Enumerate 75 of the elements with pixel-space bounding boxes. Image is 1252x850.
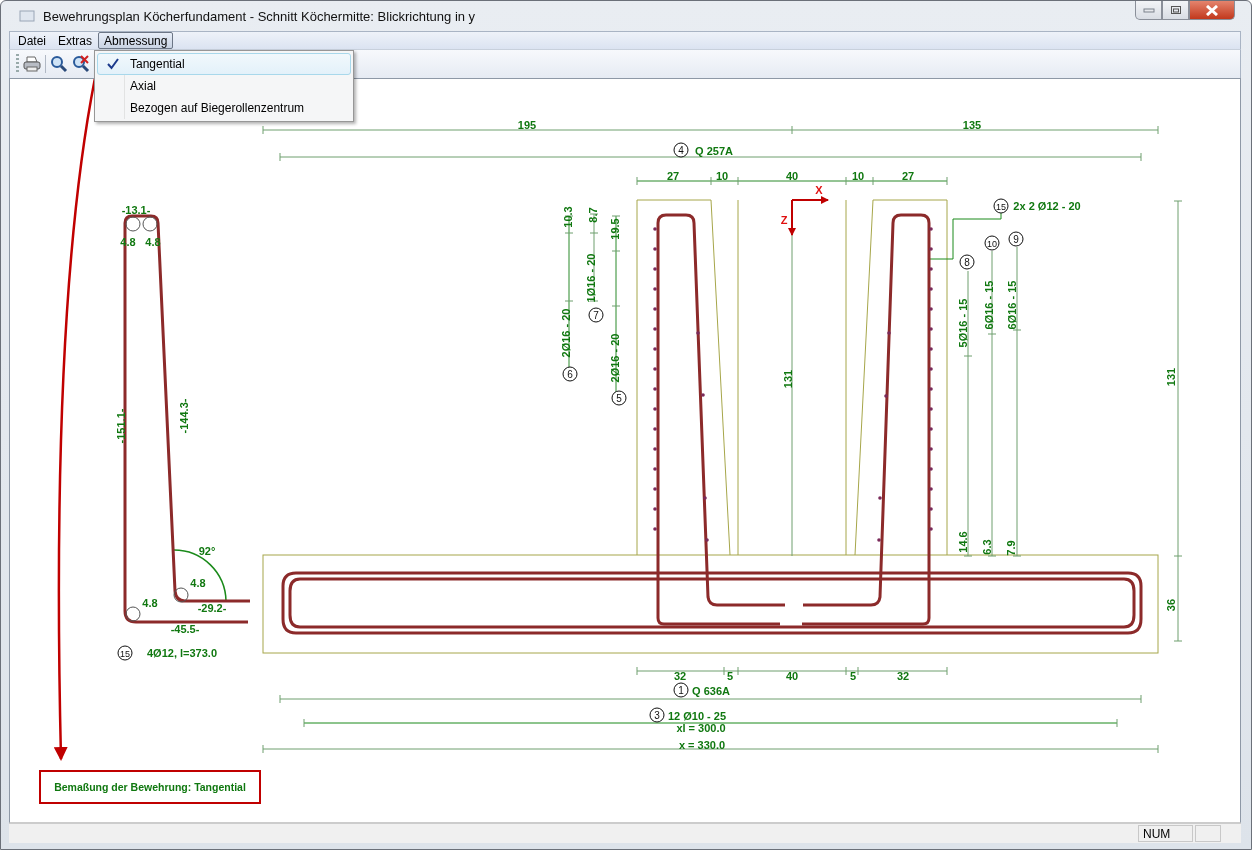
dimension-label: -29.2- (197, 602, 227, 614)
dimension-label: 14.6 (957, 531, 969, 553)
menu-item[interactable]: Extras (52, 32, 99, 49)
window-title: Bewehrungsplan Köcherfundament - Schnitt Köchermitte: Blickrichtung in y (43, 8, 477, 24)
maximize-button[interactable] (1162, 1, 1189, 20)
dimension-label: 8.7 (587, 207, 599, 223)
dimension-label: 135 (962, 119, 982, 131)
dimension-label: Q 257A (695, 145, 733, 157)
position-marker: 8 (959, 254, 975, 270)
dimension-label: xl = 300.0 (676, 722, 726, 734)
dimension-label: 131 (782, 369, 794, 389)
axis-label: Z (780, 214, 788, 226)
position-marker: 3 (649, 707, 665, 723)
dimension-label: 5 (849, 670, 857, 682)
dimension-label: 4.8 (142, 597, 158, 609)
dimension-label: 10 (715, 170, 729, 182)
dimension-label: 32 (896, 670, 910, 682)
position-marker: 15 (117, 645, 133, 661)
dimension-label: 27 (901, 170, 915, 182)
zoom-icon[interactable] (50, 55, 68, 73)
position-marker: 4 (673, 142, 689, 158)
menu-item[interactable]: Abmessung (98, 32, 174, 49)
dimension-label: x = 330.0 (678, 739, 726, 751)
status-indicator: NUM (1138, 825, 1193, 842)
dimension-label: 195 (517, 119, 537, 131)
dimension-label: 6Ø16 - 15 (1006, 280, 1018, 330)
minimize-button[interactable] (1135, 1, 1162, 20)
dimension-label: 4.8 (190, 577, 206, 589)
dimension-label: 32 (673, 670, 687, 682)
dimension-label: 5Ø16 - 15 (957, 298, 969, 348)
dimension-label: 27 (666, 170, 680, 182)
dropdown-menu-item[interactable]: Axial (97, 75, 351, 97)
dimension-label: 10.3 (562, 206, 574, 228)
dimension-label: -13.1- (121, 204, 151, 216)
dimension-label: 6Ø16 - 15 (983, 280, 995, 330)
dimension-label: Q 636A (692, 685, 730, 697)
dimension-label: 40 (785, 170, 799, 182)
close-button[interactable] (1189, 1, 1235, 20)
dimension-label: 92° (198, 545, 216, 557)
dimension-mode-note: Bemaßung der Bewehrung: Tangential (39, 770, 261, 804)
maximize-icon (1169, 5, 1182, 15)
menu-item[interactable]: Datei (12, 32, 52, 49)
position-marker: 7 (588, 307, 604, 323)
printer-icon[interactable] (23, 55, 41, 73)
axis-arrows-drawing (788, 196, 829, 236)
dimension-label: 2Ø16 - 20 (609, 333, 621, 383)
close-icon (1205, 4, 1219, 16)
dropdown-menu-item[interactable]: Tangential (97, 53, 351, 75)
position-marker: 15 (993, 198, 1009, 214)
position-marker: 6 (562, 366, 578, 382)
dimension-label: 4Ø12, l=373.0 (147, 647, 217, 659)
dimension-label: 10 (851, 170, 865, 182)
dimension-label: 19.5 (609, 218, 621, 240)
minimize-icon (1142, 7, 1155, 13)
position-marker: 1 (673, 682, 689, 698)
dimension-label: -45.5- (170, 623, 200, 635)
axis-label: X (815, 184, 823, 196)
dimension-label: 36 (1165, 598, 1177, 612)
dimension-label: 12 Ø10 - 25 (667, 710, 727, 722)
position-marker: 5 (611, 390, 627, 406)
dimension-label: -144.3- (178, 398, 190, 434)
window-icon (19, 10, 35, 22)
dimension-label: 2Ø16 - 20 (560, 308, 572, 358)
position-marker: 10 (984, 235, 1000, 251)
dropdown-menu-item[interactable]: Bezogen auf Biegerollenzentrum (97, 97, 351, 119)
dimension-label: 7.9 (1005, 540, 1017, 556)
position-marker: 9 (1008, 231, 1024, 247)
dimension-label: 1Ø16 - 20 (585, 253, 597, 303)
dimension-label: -151.1- (115, 408, 127, 444)
dimension-label: 131 (1165, 367, 1177, 387)
zoom-reset-icon[interactable] (72, 55, 90, 73)
dimension-label: 40 (785, 670, 799, 682)
dimension-label: 6.3 (981, 539, 993, 555)
dimension-label: 2x 2 Ø12 - 20 (1013, 200, 1081, 212)
dimension-label: 5 (726, 670, 734, 682)
